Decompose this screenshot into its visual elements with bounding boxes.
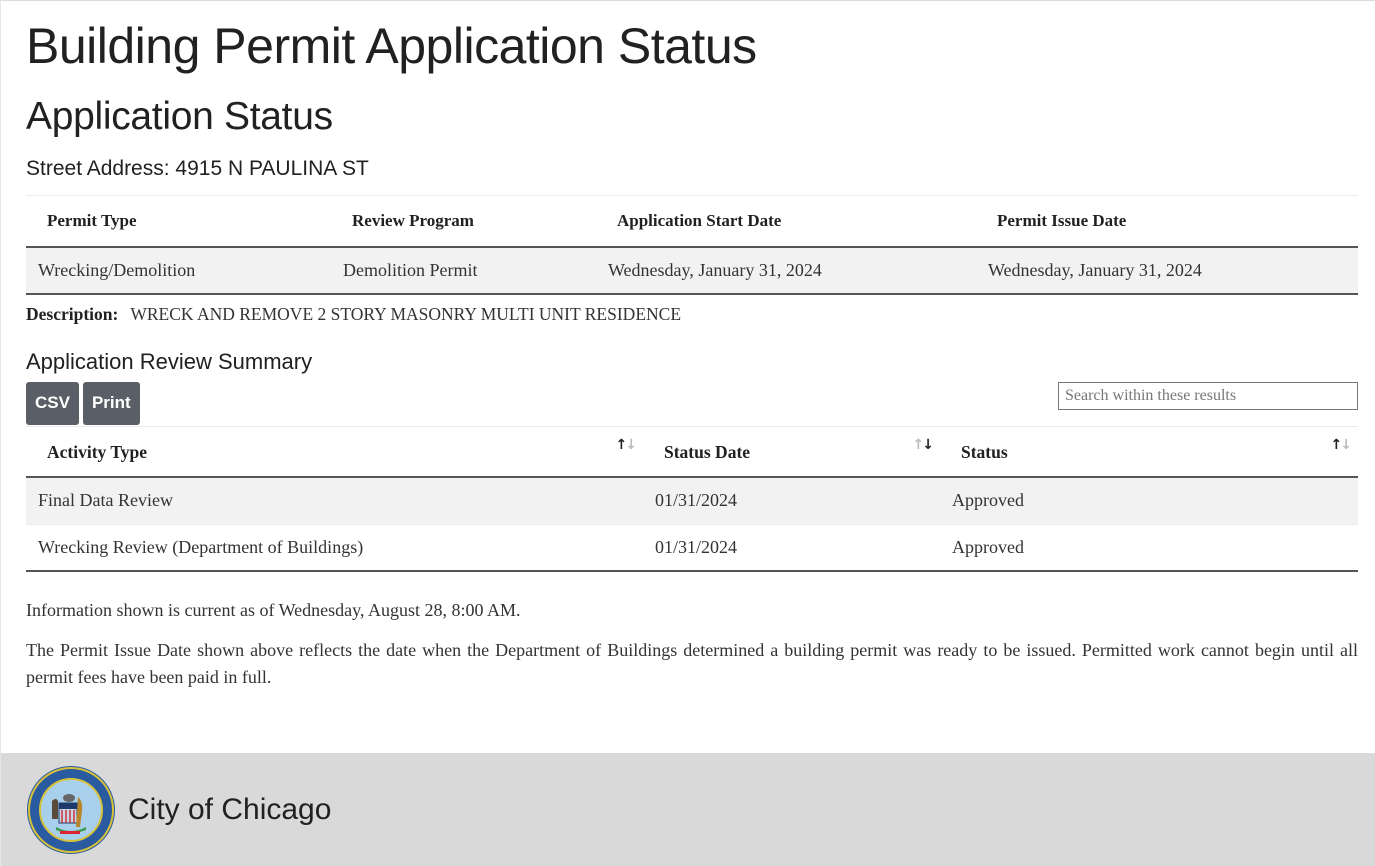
sort-icon[interactable]: ↑↓	[912, 436, 934, 453]
permit-issue-note: The Permit Issue Date shown above reflec…	[26, 640, 1358, 687]
sort-down-icon: ↓	[922, 436, 934, 453]
table-row: Wrecking/Demolition Demolition Permit We…	[26, 246, 1358, 295]
sort-down-icon: ↓	[1340, 436, 1352, 453]
status-date-cell: 01/31/2024	[643, 477, 940, 525]
status-date-cell: 01/31/2024	[643, 524, 940, 572]
footer: City of Chicago	[1, 753, 1375, 866]
status-cell: Approved	[940, 524, 1358, 572]
activity-type-cell: Wrecking Review (Department of Buildings…	[26, 524, 643, 572]
description-label: Description:	[26, 303, 119, 324]
permit-table: Permit Type Review Program Application S…	[26, 195, 1358, 295]
status-date-header[interactable]: Status Date ↑↓	[643, 426, 940, 478]
review-program-cell: Demolition Permit	[331, 246, 596, 295]
export-buttons: CSV Print	[26, 381, 140, 425]
review-summary-title: Application Review Summary	[26, 348, 313, 374]
application-start-date-header: Application Start Date	[596, 195, 976, 248]
description: Description: WRECK AND REMOVE 2 STORY MAS…	[26, 304, 1358, 325]
section-title: Application Status	[26, 95, 333, 138]
status-cell: Approved	[940, 477, 1358, 525]
main-content: Building Permit Application Status Appli…	[1, 16, 1375, 691]
permit-type-cell: Wrecking/Demolition	[26, 246, 331, 295]
sort-up-icon: ↑	[615, 436, 628, 453]
csv-button[interactable]: CSV	[26, 381, 79, 425]
permit-type-header: Permit Type	[26, 195, 331, 248]
street-address: Street Address: 4915 N PAULINA ST	[26, 156, 1358, 182]
activity-type-header-label: Activity Type	[47, 441, 147, 462]
status-header[interactable]: Status ↑↓	[940, 426, 1358, 478]
table-row: Final Data Review 01/31/2024 Approved	[26, 477, 1358, 525]
review-program-header: Review Program	[331, 195, 596, 248]
application-start-date-cell: Wednesday, January 31, 2024	[596, 246, 976, 295]
activity-type-header[interactable]: Activity Type ↑↓	[26, 426, 643, 478]
review-table: Activity Type ↑↓ Status Date ↑↓ Status ↑…	[26, 425, 1358, 572]
print-button[interactable]: Print	[82, 381, 140, 425]
page-title: Building Permit Application Status	[26, 18, 757, 74]
sort-up-icon: ↑	[912, 436, 925, 453]
description-value: WRECK AND REMOVE 2 STORY MASONRY MULTI U…	[130, 303, 682, 324]
permit-issue-date-header: Permit Issue Date	[976, 195, 1358, 248]
sort-icon[interactable]: ↑↓	[1330, 436, 1352, 453]
status-date-header-label: Status Date	[664, 441, 751, 462]
street-address-label: Street Address:	[26, 157, 170, 180]
permit-issue-date-cell: Wednesday, January 31, 2024	[976, 246, 1358, 295]
table-row: Wrecking Review (Department of Buildings…	[26, 524, 1358, 572]
review-toolbar: CSV Print	[26, 381, 1358, 425]
sort-up-icon: ↑	[1330, 436, 1343, 453]
activity-type-cell: Final Data Review	[26, 477, 643, 525]
city-seal-icon	[27, 766, 115, 854]
sort-icon[interactable]: ↑↓	[615, 436, 637, 453]
search-input[interactable]	[1058, 381, 1358, 410]
status-header-label: Status	[961, 441, 1008, 462]
data-currency-info: Information shown is current as of Wedne…	[26, 600, 521, 620]
footer-title: City of Chicago	[128, 793, 332, 826]
street-address-value: 4915 N PAULINA ST	[175, 157, 369, 180]
sort-down-icon: ↓	[625, 436, 637, 453]
